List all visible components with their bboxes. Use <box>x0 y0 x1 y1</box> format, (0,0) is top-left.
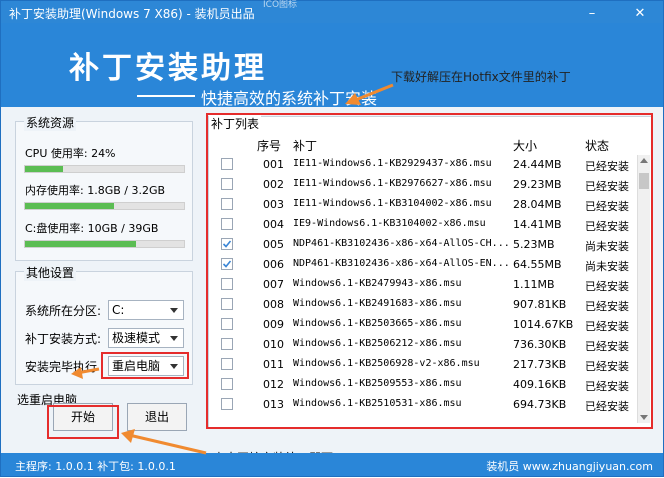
after-install-label: 安装完毕执行 <box>25 360 98 374</box>
cpu-usage-label: CPU 使用率: 24% <box>25 147 116 160</box>
partition-label: 系统所在分区: <box>25 304 102 318</box>
install-mode-select[interactable]: 极速模式 <box>108 328 184 348</box>
app-window: 补丁安装助理(Windows 7 X86) - 装机员出品 ICO图标 – ✕ … <box>0 0 664 477</box>
arrow-icon <box>121 429 207 455</box>
exit-button[interactable]: 退出 <box>127 403 187 431</box>
settings-title: 其他设置 <box>24 264 77 281</box>
cpu-usage-bar <box>24 165 185 173</box>
disk-usage-label: C:盘使用率: 10GB / 39GB <box>25 222 159 235</box>
chevron-down-icon <box>170 308 178 313</box>
resources-group: 系统资源 CPU 使用率: 24% 内存使用率: 1.8GB / 3.2GB C… <box>15 114 193 261</box>
install-mode-label: 补丁安装方式: <box>25 332 102 346</box>
window-title: 补丁安装助理(Windows 7 X86) - 装机员出品 <box>9 7 255 21</box>
status-bar: 主程序: 1.0.0.1 补丁包: 1.0.0.1 装机员 www.zhuang… <box>1 453 663 476</box>
banner-divider <box>137 95 195 97</box>
banner-subtitle: 快捷高效的系统补丁安装 <box>201 89 378 107</box>
resources-title: 系统资源 <box>24 114 77 131</box>
disk-usage-fill <box>25 241 137 247</box>
disk-usage-bar <box>24 240 185 248</box>
version-info: 主程序: 1.0.0.1 补丁包: 1.0.0.1 <box>15 460 176 473</box>
patch-list-highlight <box>206 113 653 429</box>
memory-usage-fill <box>25 203 115 209</box>
faint-caption: ICO图标 <box>263 0 298 10</box>
memory-usage-label: 内存使用率: 1.8GB / 3.2GB <box>25 184 166 197</box>
title-bar[interactable]: 补丁安装助理(Windows 7 X86) - 装机员出品 ICO图标 – ✕ <box>1 0 663 23</box>
annotation-top: 下载好解压在Hotfix文件里的补丁 <box>391 70 571 84</box>
banner: 补丁安装助理 快捷高效的系统补丁安装 下载好解压在Hotfix文件里的补丁 <box>1 23 663 107</box>
memory-usage-bar <box>24 202 185 210</box>
after-install-highlight <box>101 352 189 379</box>
partition-select[interactable]: C: <box>108 300 184 320</box>
website-link[interactable]: 装机员 www.zhuangjiyuan.com <box>486 458 653 474</box>
start-button-highlight <box>47 405 119 439</box>
partition-value: C: <box>112 303 125 317</box>
close-button[interactable]: ✕ <box>631 7 649 21</box>
chevron-down-icon <box>170 336 178 341</box>
cpu-usage-fill <box>25 166 64 172</box>
minimize-button[interactable]: – <box>583 7 601 21</box>
install-mode-value: 极速模式 <box>112 331 161 345</box>
banner-title: 补丁安装助理 <box>69 51 267 86</box>
